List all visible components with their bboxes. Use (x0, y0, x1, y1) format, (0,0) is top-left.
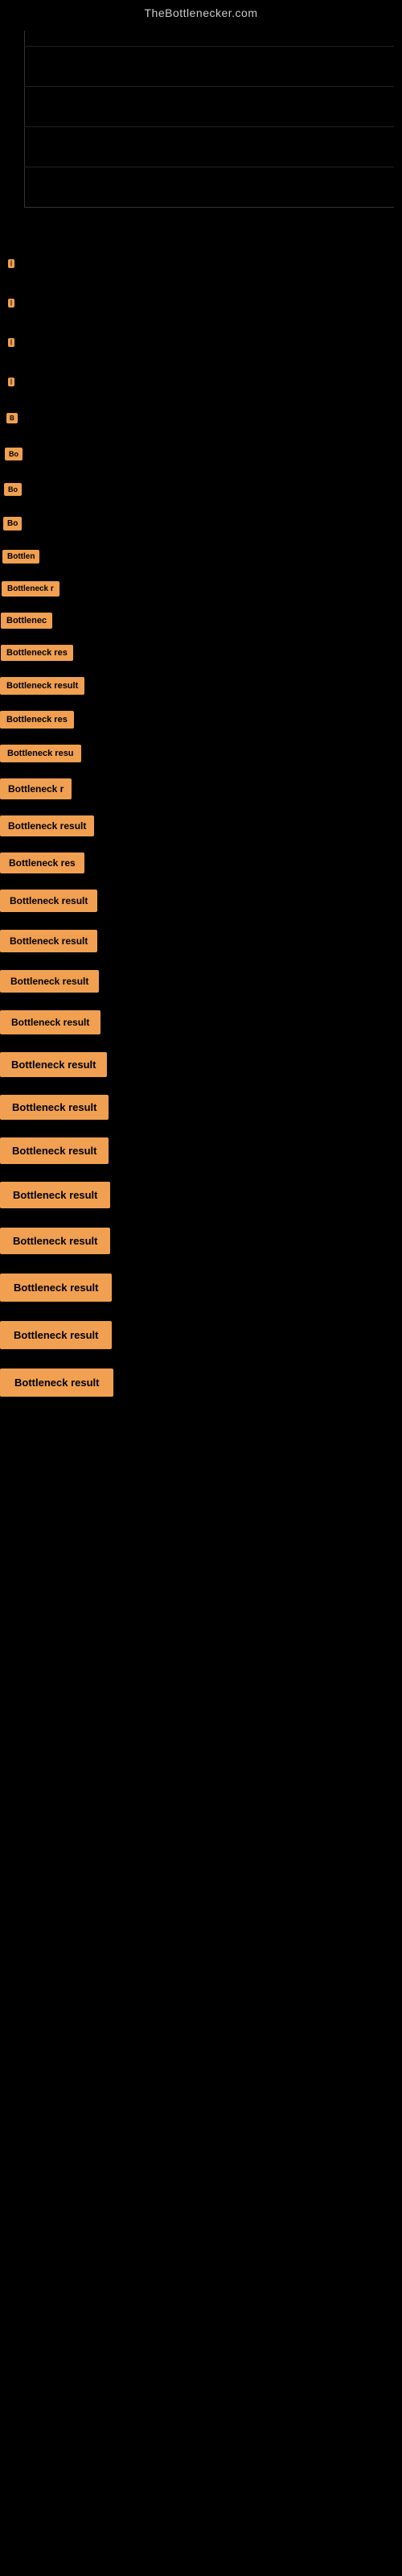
list-item: Bottleneck result (0, 1228, 402, 1254)
list-item: Bottleneck result (0, 1368, 402, 1397)
list-item: Bottleneck r (0, 778, 402, 799)
list-item: Bottleneck result (0, 970, 402, 993)
bottleneck-badge: Bottleneck result (0, 930, 97, 952)
bottleneck-badge: B (6, 413, 18, 423)
bottleneck-badge: Bottleneck result (0, 1228, 110, 1254)
bottleneck-badge: Bottleneck result (0, 1095, 109, 1120)
bottleneck-badge: Bottleneck result (0, 1137, 109, 1164)
bottleneck-badge: Bottleneck res (1, 645, 73, 661)
list-item: Bottleneck resu (0, 745, 402, 762)
bottleneck-badge: Bottleneck result (0, 1052, 107, 1077)
list-item: | (0, 299, 402, 308)
bottleneck-badge: Bottleneck result (0, 1368, 113, 1397)
grid-line-4 (24, 46, 394, 47)
site-title-text: TheBottlenecker.com (0, 0, 402, 23)
list-item: Bottleneck result (0, 1052, 402, 1077)
list-item: | (0, 378, 402, 386)
bottleneck-badge: Bo (4, 483, 22, 496)
list-item: Bottleneck res (0, 852, 402, 873)
list-item: Bottleneck result (0, 1182, 402, 1208)
list-item: Bottleneck res (0, 645, 402, 661)
list-item: Bottleneck result (0, 677, 402, 695)
bottleneck-badge: | (8, 378, 14, 386)
list-item: Bottleneck result (0, 1321, 402, 1349)
bottleneck-badge: Bottleneck result (0, 1010, 100, 1034)
list-item: Bottleneck result (0, 890, 402, 912)
bottleneck-badge: Bo (3, 517, 22, 530)
list-item: B (0, 413, 402, 423)
bottleneck-badge: | (8, 299, 14, 308)
bottleneck-badge: Bottlen (2, 550, 39, 564)
site-title: TheBottlenecker.com (0, 0, 402, 23)
list-item: Bo (0, 448, 402, 460)
grid-line-2 (24, 126, 394, 127)
list-item: Bo (0, 483, 402, 496)
y-axis (24, 31, 25, 208)
bottleneck-badge: Bottleneck res (0, 711, 74, 729)
bottleneck-badge: Bottleneck result (0, 890, 97, 912)
list-item: Bottleneck result (0, 1274, 402, 1302)
bottleneck-badge: Bottleneck result (0, 677, 84, 695)
x-axis (24, 207, 394, 208)
list-item: Bottleneck result (0, 815, 402, 836)
bottleneck-badge: Bottleneck result (0, 1274, 112, 1302)
list-item: | (0, 338, 402, 347)
list-item: Bottleneck result (0, 1095, 402, 1120)
list-item: Bottleneck result (0, 1010, 402, 1034)
list-item: Bottlen (0, 550, 402, 564)
bottleneck-badge: | (8, 259, 14, 268)
grid-line-3 (24, 86, 394, 87)
chart-area (0, 23, 402, 232)
bottleneck-badge: Bo (5, 448, 23, 460)
list-item: Bo (0, 517, 402, 530)
list-item: Bottleneck r (0, 581, 402, 597)
bottleneck-badge: Bottleneck result (0, 815, 94, 836)
bottleneck-badge: Bottlenec (1, 613, 52, 629)
bottleneck-badge: Bottleneck resu (0, 745, 81, 762)
bottleneck-badge: Bottleneck r (0, 778, 72, 799)
list-item: Bottleneck result (0, 1137, 402, 1164)
bottleneck-badge: Bottleneck result (0, 970, 99, 993)
list-item: | (0, 259, 402, 268)
bottleneck-badge: Bottleneck result (0, 1321, 112, 1349)
bottleneck-badge: | (8, 338, 14, 347)
list-item: Bottleneck result (0, 930, 402, 952)
list-item: Bottleneck res (0, 711, 402, 729)
bottleneck-badge: Bottleneck res (0, 852, 84, 873)
list-item: Bottlenec (0, 613, 402, 629)
bottleneck-badge: Bottleneck result (0, 1182, 110, 1208)
bottleneck-items-list: | | | | B Bo Bo Bo Bottlen Bottleneck r … (0, 248, 402, 1408)
bottleneck-badge: Bottleneck r (2, 581, 59, 597)
